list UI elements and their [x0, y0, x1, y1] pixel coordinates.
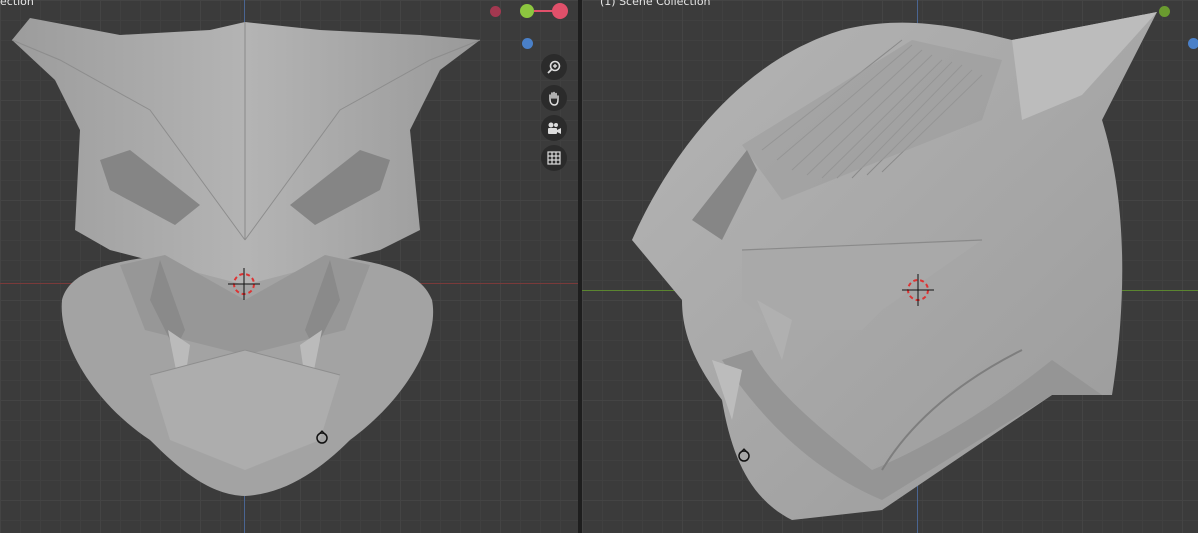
gizmo-z-dot-right[interactable] — [1188, 38, 1198, 49]
blender-window: ection (1) Scene Collection — [0, 0, 1198, 533]
gizmo-z-dot[interactable] — [522, 38, 533, 49]
viewport-side[interactable]: (1) Scene Collection — [582, 0, 1198, 533]
gizmo-x-line — [534, 10, 554, 12]
ortho-grid-icon — [547, 151, 561, 165]
camera-icon — [548, 122, 561, 134]
mask-mesh-front[interactable] — [0, 0, 578, 533]
camera-button[interactable] — [541, 115, 567, 141]
gizmo-y-dot-right[interactable] — [1159, 6, 1170, 17]
gizmo-x-dot[interactable] — [552, 3, 568, 19]
viewport-front[interactable]: ection — [0, 0, 578, 533]
gizmo-neg-x-dot[interactable] — [490, 6, 501, 17]
pan-button[interactable] — [541, 85, 567, 111]
pan-hand-icon — [549, 91, 559, 106]
zoom-button[interactable] — [541, 54, 567, 80]
mask-mesh-side[interactable] — [582, 0, 1198, 533]
gizmo-y-dot[interactable] — [520, 4, 534, 18]
ortho-toggle-button[interactable] — [541, 145, 567, 171]
zoom-icon — [547, 60, 561, 74]
